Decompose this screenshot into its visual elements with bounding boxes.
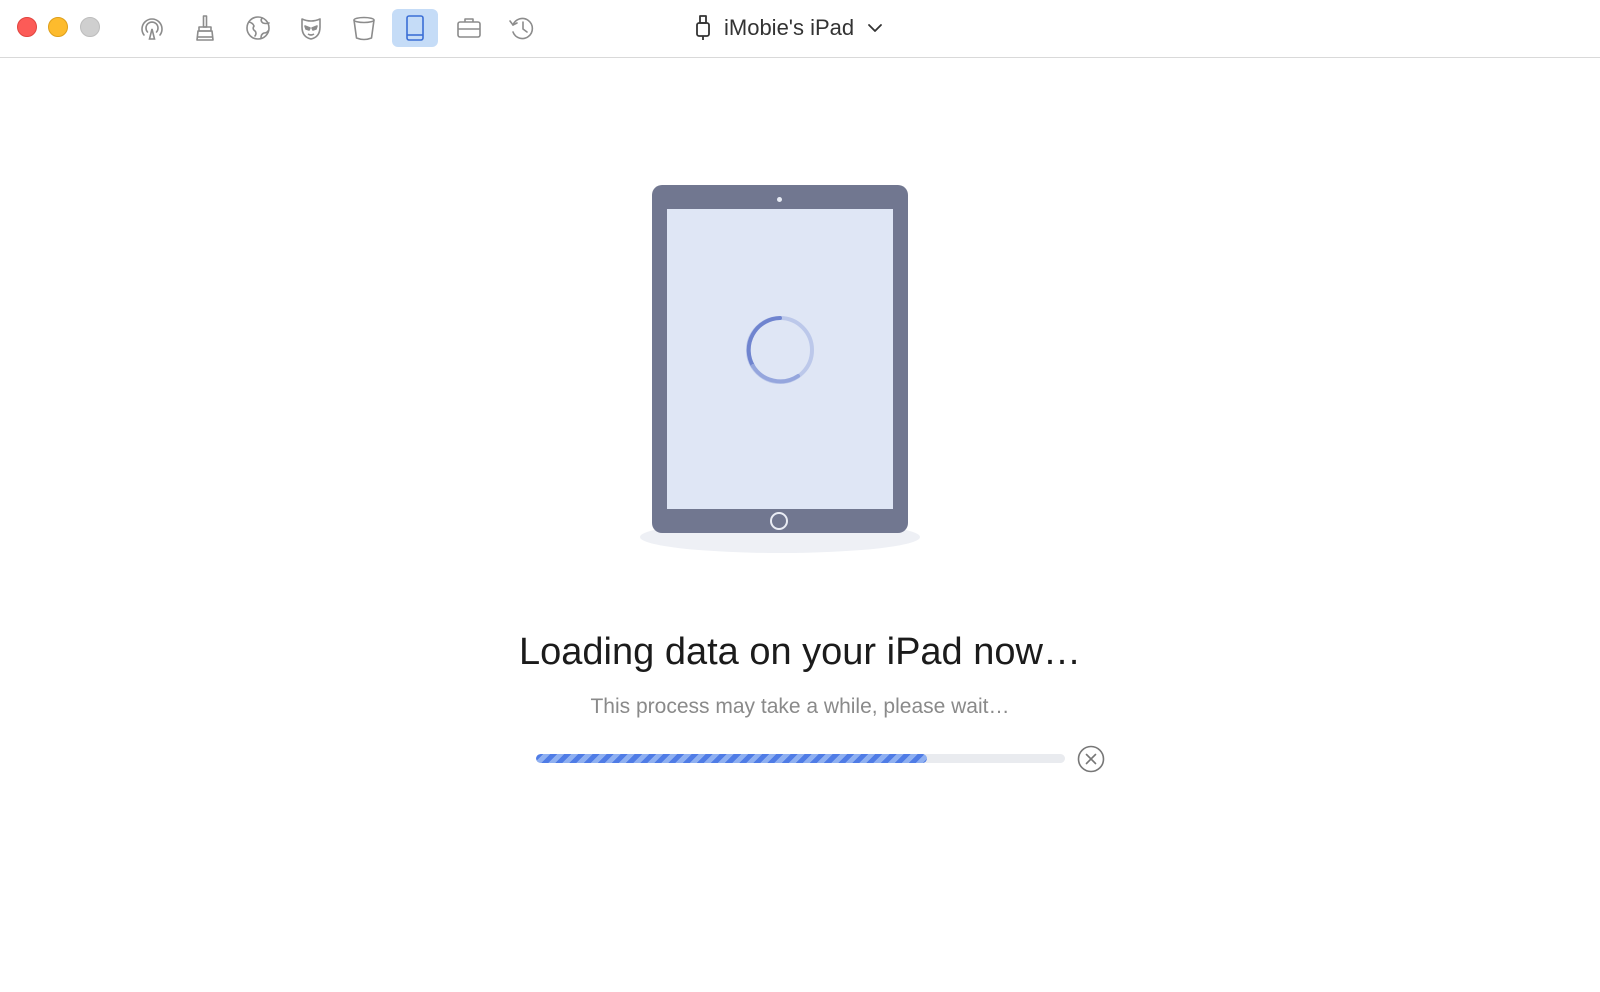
loading-progress-bar	[536, 754, 1065, 763]
privacy-mask-icon	[301, 18, 321, 40]
device-selector[interactable]: iMobie's iPad	[694, 12, 884, 44]
chevron-down-icon[interactable]	[866, 22, 884, 34]
ipad-camera	[777, 197, 782, 202]
close-window-button[interactable]	[17, 17, 37, 37]
ipad-device-tool-button[interactable]	[392, 9, 438, 47]
cancel-circle-icon	[1077, 745, 1105, 773]
cleaner-tool-button[interactable]	[182, 9, 228, 47]
ipad-home-button	[770, 512, 788, 530]
trash-tool-button[interactable]	[341, 9, 387, 47]
cleaner-icon	[196, 15, 214, 41]
ipad-frame	[652, 185, 908, 533]
main-content: Loading data on your iPad now… This proc…	[0, 58, 1600, 992]
title-bar: iMobie's iPad	[0, 0, 1600, 58]
zoom-window-button[interactable]	[80, 17, 100, 37]
loading-progress-fill	[536, 754, 928, 763]
ipad-device-icon	[406, 15, 424, 41]
airbackup-tool-button[interactable]	[129, 9, 175, 47]
ipad-screen	[667, 209, 893, 509]
toolkit-tool-button[interactable]	[446, 9, 492, 47]
device-name[interactable]: iMobie's iPad	[724, 15, 854, 41]
toolkit-briefcase-icon	[457, 18, 481, 38]
history-icon	[509, 17, 534, 40]
cancel-loading-button[interactable]	[1077, 745, 1105, 773]
privacy-tool-button[interactable]	[288, 9, 334, 47]
minimize-window-button[interactable]	[48, 17, 68, 37]
usb-connector-icon	[696, 15, 710, 40]
loading-spinner-icon	[746, 316, 814, 384]
app-window: iMobie's iPad Loading data on your iPad …	[0, 0, 1600, 992]
loading-title: Loading data on your iPad now…	[519, 631, 1081, 673]
internet-tool-button[interactable]	[235, 9, 281, 47]
ipad-illustration	[640, 183, 920, 563]
loading-subtitle: This process may take a while, please wa…	[590, 695, 1010, 718]
internet-icon	[246, 16, 270, 40]
airbackup-icon	[141, 18, 163, 40]
trash-bin-icon	[353, 16, 375, 41]
history-tool-button[interactable]	[499, 9, 545, 47]
